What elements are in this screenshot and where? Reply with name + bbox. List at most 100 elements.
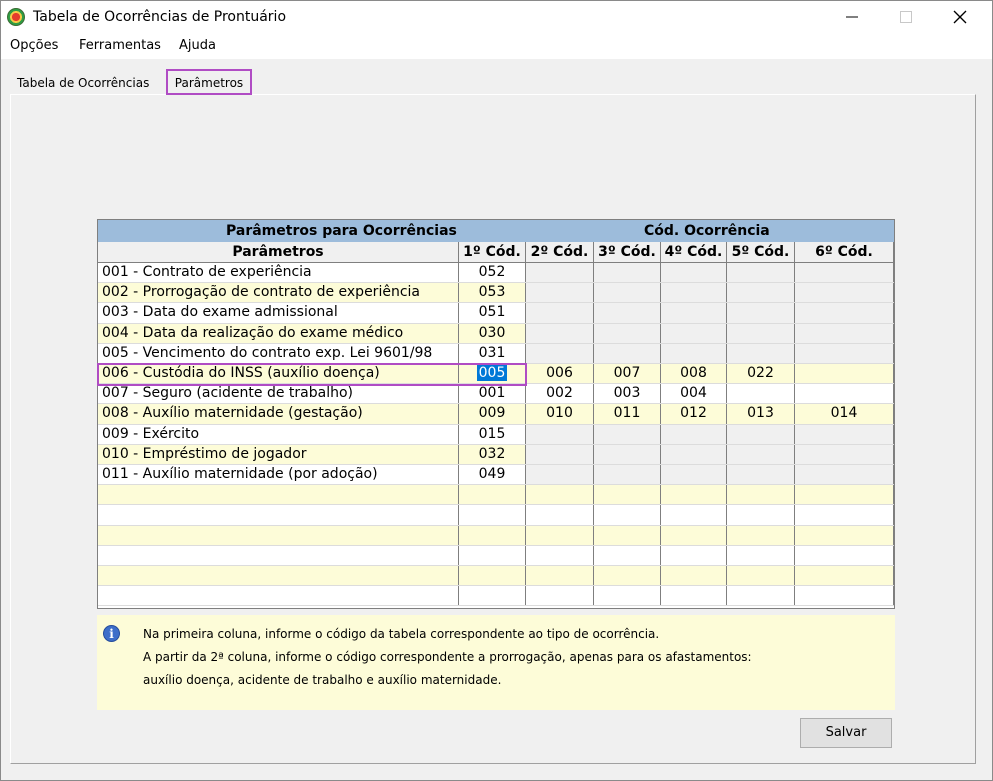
code-cell[interactable] bbox=[594, 505, 661, 525]
code-cell[interactable]: 052 bbox=[459, 263, 526, 283]
code-cell[interactable] bbox=[795, 424, 894, 444]
code-cell[interactable]: 005 bbox=[459, 364, 526, 384]
code-cell[interactable] bbox=[795, 505, 894, 525]
code-cell[interactable] bbox=[594, 485, 661, 505]
table-row[interactable] bbox=[98, 525, 894, 546]
code-cell[interactable]: 031 bbox=[459, 343, 526, 363]
code-cell[interactable] bbox=[661, 444, 727, 464]
code-cell[interactable] bbox=[795, 384, 894, 404]
code-cell[interactable]: 032 bbox=[459, 444, 526, 464]
code-cell[interactable] bbox=[661, 545, 727, 565]
code-cell[interactable] bbox=[727, 444, 795, 464]
code-cell[interactable] bbox=[661, 263, 727, 283]
table-row[interactable]: 005 - Vencimento do contrato exp. Lei 96… bbox=[98, 343, 894, 364]
code-cell[interactable] bbox=[526, 545, 594, 565]
code-cell[interactable] bbox=[526, 303, 594, 323]
table-row[interactable] bbox=[98, 505, 894, 526]
parameter-cell[interactable]: 010 - Empréstimo de jogador bbox=[98, 444, 459, 464]
code-cell[interactable] bbox=[526, 505, 594, 525]
code-cell[interactable] bbox=[795, 545, 894, 565]
table-row[interactable] bbox=[98, 545, 894, 566]
table-row[interactable]: 004 - Data da realização do exame médico… bbox=[98, 323, 894, 344]
code-cell[interactable]: 022 bbox=[727, 364, 795, 384]
table-row[interactable] bbox=[98, 566, 894, 587]
code-cell[interactable] bbox=[594, 283, 661, 303]
code-cell[interactable] bbox=[727, 424, 795, 444]
maximize-button[interactable] bbox=[883, 1, 929, 33]
code-cell[interactable] bbox=[594, 465, 661, 485]
table-row[interactable]: 011 - Auxílio maternidade (por adoção) 04… bbox=[98, 465, 894, 486]
tab-parametros[interactable]: Parâmetros bbox=[166, 69, 252, 95]
code-cell[interactable] bbox=[661, 566, 727, 586]
code-cell[interactable] bbox=[526, 283, 594, 303]
code-cell[interactable] bbox=[459, 566, 526, 586]
table-row[interactable] bbox=[98, 485, 894, 506]
code-cell[interactable] bbox=[661, 283, 727, 303]
code-cell[interactable]: 008 bbox=[661, 364, 727, 384]
code-cell[interactable] bbox=[795, 465, 894, 485]
parameter-cell[interactable]: 009 - Exército bbox=[98, 424, 459, 444]
table-row[interactable]: 009 - Exército 015 bbox=[98, 424, 894, 445]
code-cell[interactable] bbox=[459, 485, 526, 505]
table-row[interactable]: 006 - Custódia do INSS (auxílio doença) 0… bbox=[98, 364, 894, 385]
code-cell[interactable] bbox=[795, 364, 894, 384]
code-cell[interactable]: 007 bbox=[594, 364, 661, 384]
code-cell[interactable] bbox=[459, 505, 526, 525]
code-cell[interactable] bbox=[526, 485, 594, 505]
code-cell[interactable] bbox=[661, 343, 727, 363]
code-cell[interactable] bbox=[795, 444, 894, 464]
code-cell[interactable] bbox=[526, 586, 594, 606]
save-button[interactable]: Salvar bbox=[800, 718, 892, 748]
tab-tabela-ocorrencias[interactable]: Tabela de Ocorrências bbox=[13, 72, 153, 94]
code-cell[interactable]: 004 bbox=[661, 384, 727, 404]
parameter-cell[interactable] bbox=[98, 586, 459, 606]
code-cell[interactable] bbox=[661, 505, 727, 525]
code-cell[interactable] bbox=[594, 303, 661, 323]
code-cell[interactable] bbox=[795, 525, 894, 545]
code-cell[interactable] bbox=[594, 444, 661, 464]
code-cell[interactable] bbox=[795, 323, 894, 343]
table-row[interactable]: 003 - Data do exame admissional 051 bbox=[98, 303, 894, 324]
parametros-grid[interactable]: Parâmetros para Ocorrências Cód. Ocorrên… bbox=[97, 219, 895, 609]
code-cell[interactable] bbox=[526, 525, 594, 545]
code-cell[interactable] bbox=[594, 566, 661, 586]
code-cell[interactable] bbox=[526, 444, 594, 464]
code-cell[interactable] bbox=[594, 545, 661, 565]
code-cell[interactable] bbox=[795, 343, 894, 363]
code-cell[interactable] bbox=[526, 323, 594, 343]
code-cell[interactable] bbox=[727, 323, 795, 343]
code-cell[interactable] bbox=[594, 525, 661, 545]
code-cell[interactable] bbox=[459, 525, 526, 545]
code-cell[interactable]: 013 bbox=[727, 404, 795, 424]
parameter-cell[interactable]: 006 - Custódia do INSS (auxílio doença) bbox=[98, 364, 459, 384]
parameter-cell[interactable] bbox=[98, 485, 459, 505]
code-cell[interactable] bbox=[594, 424, 661, 444]
parameter-cell[interactable] bbox=[98, 566, 459, 586]
code-cell[interactable]: 003 bbox=[594, 384, 661, 404]
code-cell[interactable] bbox=[727, 263, 795, 283]
code-cell[interactable]: 009 bbox=[459, 404, 526, 424]
code-cell[interactable] bbox=[727, 566, 795, 586]
code-cell[interactable] bbox=[661, 465, 727, 485]
code-cell[interactable] bbox=[727, 384, 795, 404]
code-cell[interactable]: 012 bbox=[661, 404, 727, 424]
code-cell[interactable] bbox=[727, 586, 795, 606]
code-cell[interactable] bbox=[795, 283, 894, 303]
code-cell[interactable] bbox=[661, 485, 727, 505]
minimize-button[interactable] bbox=[829, 1, 875, 33]
code-cell[interactable] bbox=[661, 303, 727, 323]
parameter-cell[interactable]: 003 - Data do exame admissional bbox=[98, 303, 459, 323]
parameter-cell[interactable]: 001 - Contrato de experiência bbox=[98, 263, 459, 283]
code-cell[interactable] bbox=[727, 465, 795, 485]
code-cell[interactable] bbox=[727, 545, 795, 565]
code-cell[interactable]: 051 bbox=[459, 303, 526, 323]
menu-ajuda[interactable]: Ajuda bbox=[179, 38, 216, 53]
table-row[interactable]: 010 - Empréstimo de jogador 032 bbox=[98, 444, 894, 465]
parameter-cell[interactable]: 007 - Seguro (acidente de trabalho) bbox=[98, 384, 459, 404]
code-cell[interactable] bbox=[727, 505, 795, 525]
code-cell[interactable]: 002 bbox=[526, 384, 594, 404]
code-cell[interactable] bbox=[594, 343, 661, 363]
code-cell[interactable] bbox=[727, 283, 795, 303]
code-cell[interactable]: 006 bbox=[526, 364, 594, 384]
table-row[interactable]: 001 - Contrato de experiência 052 bbox=[98, 263, 894, 284]
